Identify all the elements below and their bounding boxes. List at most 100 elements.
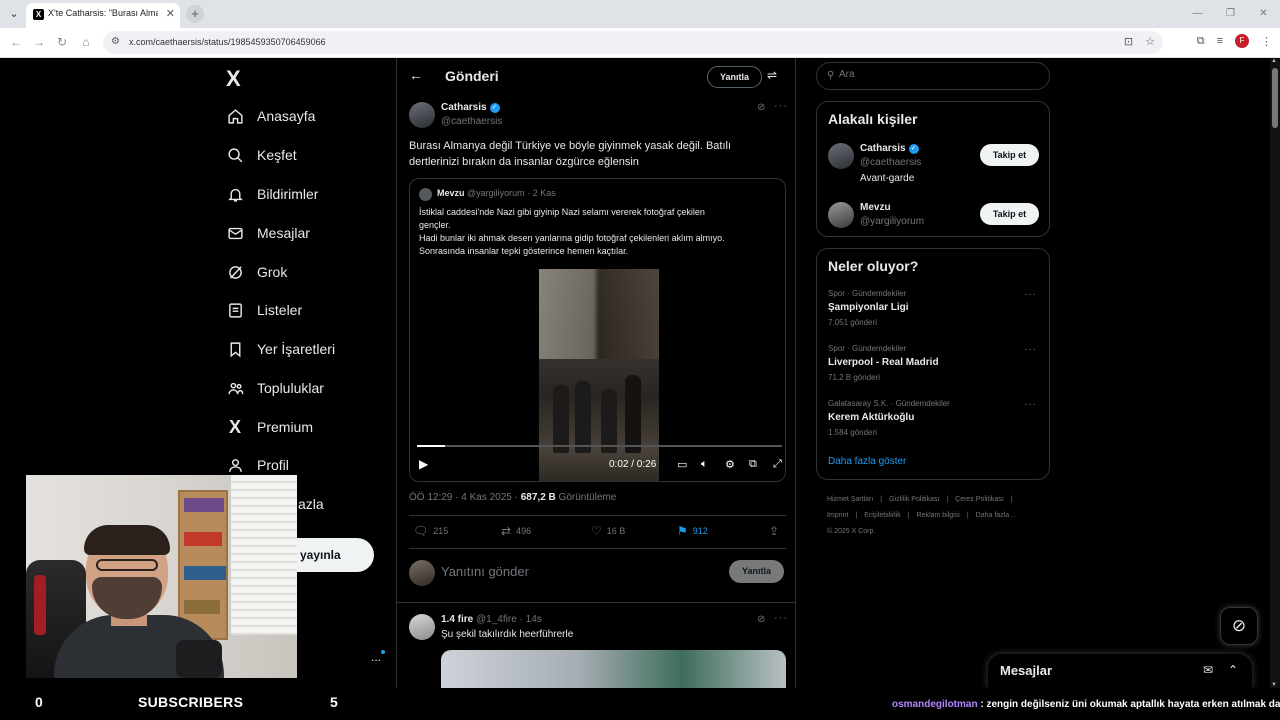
trend-name[interactable]: Şampiyonlar Ligi bbox=[828, 302, 909, 313]
scroll-thumb[interactable] bbox=[1272, 68, 1278, 128]
more-options-icon[interactable]: ··· bbox=[774, 612, 788, 624]
new-message-icon[interactable]: ✉ bbox=[1203, 663, 1213, 677]
footer-link[interactable]: Reklam bilgisi bbox=[917, 512, 960, 519]
messages-drawer[interactable]: Mesajlar ✉ ⌃ bbox=[988, 654, 1252, 688]
sidebar-item-home[interactable]: Anasayfa bbox=[226, 101, 315, 131]
reply-image[interactable] bbox=[441, 650, 786, 688]
person-handle[interactable]: @yargiliyorum bbox=[860, 216, 924, 227]
profile-avatar-icon[interactable]: F bbox=[1235, 34, 1249, 48]
sidebar-item-lists[interactable]: Listeler bbox=[226, 295, 302, 325]
reply-submit-button[interactable]: Yanıtla bbox=[729, 560, 784, 583]
footer-link[interactable]: Hizmet Şartları bbox=[827, 496, 873, 503]
grok-explain-icon[interactable]: ⊘ bbox=[757, 102, 765, 113]
search-input[interactable] bbox=[839, 69, 1039, 80]
new-tab-button[interactable]: + bbox=[186, 5, 204, 23]
sidebar-item-messages[interactable]: Mesajlar bbox=[226, 218, 310, 248]
follow-button[interactable]: Takip et bbox=[980, 144, 1039, 166]
video-progress-fill bbox=[417, 445, 446, 447]
footer-link[interactable]: Daha fazla ... bbox=[976, 512, 1017, 519]
site-info-icon[interactable]: ⚙ bbox=[111, 36, 120, 47]
volume-icon[interactable]: 🔈︎ bbox=[701, 458, 708, 471]
reply-author-name[interactable]: 1.4 fire bbox=[441, 614, 473, 625]
minimize-button[interactable]: — bbox=[1181, 0, 1214, 28]
search-box[interactable]: ⚲ bbox=[816, 62, 1050, 90]
sidebar-item-premium[interactable]: X Premium bbox=[226, 412, 313, 442]
like-action[interactable]: ♡ 16 B bbox=[591, 524, 625, 538]
reload-icon[interactable]: ↻ bbox=[54, 34, 70, 50]
expand-up-icon[interactable]: ⌃ bbox=[1228, 663, 1238, 677]
person-handle[interactable]: @caethaersis bbox=[860, 157, 921, 168]
person-name[interactable]: Catharsis ✓ bbox=[860, 143, 919, 154]
close-window-button[interactable]: ✕ bbox=[1247, 0, 1280, 28]
browser-menu-icon[interactable]: ⋮ bbox=[1261, 35, 1272, 48]
heart-icon: ♡ bbox=[591, 524, 602, 538]
tweet-author-handle[interactable]: @caethaersis bbox=[441, 116, 502, 127]
footer-link[interactable]: Imprint bbox=[827, 512, 848, 519]
trend-more-icon[interactable]: ··· bbox=[1024, 399, 1037, 410]
person-name[interactable]: Mevzu bbox=[860, 202, 891, 213]
install-app-icon[interactable]: ⊡ bbox=[1124, 35, 1133, 48]
play-icon[interactable]: ▶ bbox=[419, 457, 428, 471]
url-text[interactable]: x.com/caethaersis/status/198545935070645… bbox=[129, 37, 326, 47]
forward-icon[interactable]: → bbox=[31, 34, 47, 50]
fullscreen-icon[interactable]: ⤢ bbox=[773, 458, 782, 471]
picture-in-picture-icon[interactable]: ⧉ bbox=[749, 458, 757, 471]
person-name-text[interactable]: Catharsis bbox=[860, 143, 906, 154]
avatar[interactable] bbox=[828, 143, 854, 169]
home-page-icon[interactable]: ⌂ bbox=[78, 34, 94, 50]
show-more-link[interactable]: Daha fazla göster bbox=[828, 456, 906, 467]
account-menu-icon[interactable]: ... bbox=[371, 650, 381, 664]
retweet-action[interactable]: ⇄ 496 bbox=[501, 524, 531, 538]
x-logo-icon[interactable]: X bbox=[226, 66, 241, 92]
avatar[interactable] bbox=[409, 102, 435, 128]
sidebar-item-bookmarks[interactable]: Yer İşaretleri bbox=[226, 334, 335, 364]
sidebar-item-notifications[interactable]: Bildirimler bbox=[226, 179, 318, 209]
sidebar-item-explore[interactable]: Keşfet bbox=[226, 140, 297, 170]
header-reply-button[interactable]: Yanıtla bbox=[707, 66, 762, 88]
trend-name[interactable]: Kerem Aktürkoğlu bbox=[828, 412, 914, 423]
video-player[interactable]: ▶ 0:02 / 0:26 ▭ 🔈︎ ⚙ ⧉ ⤢ bbox=[411, 269, 785, 481]
scroll-up-icon[interactable]: ▲ bbox=[1271, 58, 1277, 64]
page-scrollbar[interactable]: ▲ ▼ bbox=[1270, 58, 1280, 688]
share-action[interactable]: ⇪ bbox=[769, 524, 779, 538]
footer-link[interactable]: Erişilebilirlik bbox=[864, 512, 901, 519]
reply-action[interactable]: 🗨︎ 215 bbox=[413, 524, 448, 538]
extensions-icon[interactable]: ⧉ bbox=[1197, 35, 1205, 48]
footer-link[interactable]: Gizlilik Politikası bbox=[889, 496, 939, 503]
tweet-timestamp[interactable]: ÖÖ 12:29 · 4 Kas 2025 · bbox=[409, 492, 521, 503]
omnibox[interactable]: ⚙ x.com/caethaersis/status/1985459350706… bbox=[103, 31, 1163, 54]
bookmark-action[interactable]: ⚑ 912 bbox=[677, 524, 708, 538]
reply-compose-input[interactable]: Yanıtını gönder bbox=[441, 564, 529, 579]
trend-name[interactable]: Liverpool - Real Madrid bbox=[828, 357, 939, 368]
sliders-icon[interactable]: ⇌ bbox=[767, 68, 777, 82]
settings-gear-icon[interactable]: ⚙ bbox=[725, 458, 735, 471]
avatar[interactable] bbox=[828, 202, 854, 228]
bookmark-star-icon[interactable]: ☆ bbox=[1145, 35, 1155, 48]
tweet-views-label: Görüntüleme bbox=[555, 492, 617, 503]
maximize-button[interactable]: ❐ bbox=[1214, 0, 1247, 28]
sidebar-item-more[interactable]: azla bbox=[298, 489, 324, 519]
captions-icon[interactable]: ▭ bbox=[677, 458, 687, 471]
sidebar-item-communities[interactable]: Topluluklar bbox=[226, 373, 324, 403]
sidebar-item-grok[interactable]: Grok bbox=[226, 257, 287, 287]
tab-close-button[interactable]: ✕ bbox=[166, 7, 175, 20]
back-icon[interactable]: ← bbox=[8, 34, 24, 50]
sidebar-item-label: Mesajlar bbox=[257, 225, 310, 241]
tab-search-button[interactable]: ⌄ bbox=[5, 5, 23, 23]
reply-avatar[interactable] bbox=[409, 614, 435, 640]
quote-tweet[interactable]: Mevzu @yargiliyorum · 2 Kas İstiklal cad… bbox=[409, 178, 786, 482]
follow-button[interactable]: Takip et bbox=[980, 203, 1039, 225]
trend-more-icon[interactable]: ··· bbox=[1024, 344, 1037, 355]
grok-explain-icon[interactable]: ⊘ bbox=[757, 614, 765, 625]
reply-author-handle[interactable]: @1_4fire · 14s bbox=[473, 614, 542, 625]
reading-list-icon[interactable]: ≡ bbox=[1217, 35, 1223, 47]
back-arrow-icon[interactable]: ← bbox=[409, 67, 423, 83]
video-progress-bar[interactable] bbox=[417, 445, 782, 447]
trend-more-icon[interactable]: ··· bbox=[1024, 289, 1037, 300]
tweet-author[interactable]: Catharsis ✓ bbox=[441, 102, 500, 113]
grok-floating-button[interactable]: ⊘ bbox=[1220, 607, 1258, 645]
tweet-author-name[interactable]: Catharsis bbox=[441, 102, 487, 113]
footer-link[interactable]: Çerez Politikası bbox=[955, 496, 1004, 503]
browser-tab[interactable]: X X'te Catharsis: "Burası Almanya ✕ bbox=[26, 3, 180, 28]
more-options-icon[interactable]: ··· bbox=[774, 100, 788, 112]
